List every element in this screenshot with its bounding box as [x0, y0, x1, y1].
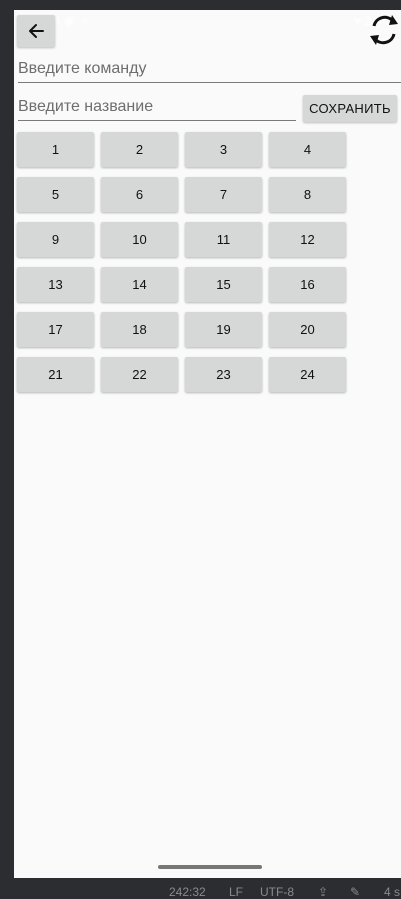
command-input[interactable] — [18, 58, 401, 83]
number-button-8[interactable]: 8 — [269, 177, 346, 212]
ide-status-bar: 242:32 LF UTF-8 ⇪ ✎ 4 s — [0, 878, 401, 899]
number-button-1[interactable]: 1 — [17, 132, 94, 167]
cursor-position[interactable]: 242:32 — [169, 885, 206, 899]
number-button-10[interactable]: 10 — [101, 222, 178, 257]
number-button-6[interactable]: 6 — [101, 177, 178, 212]
status-bar: 10:34 ◉ ▿ ♥ 2 — [14, 10, 401, 32]
number-button-23[interactable]: 23 — [185, 357, 262, 392]
number-button-15[interactable]: 15 — [185, 267, 262, 302]
number-button-21[interactable]: 21 — [17, 357, 94, 392]
file-encoding[interactable]: UTF-8 — [260, 885, 294, 899]
number-button-5[interactable]: 5 — [17, 177, 94, 212]
number-button-grid: 1 2 3 4 5 6 7 8 9 10 11 12 13 14 15 16 17 18 19 20 21 22 23 24 — [17, 132, 346, 392]
number-button-24[interactable]: 24 — [269, 357, 346, 392]
back-button[interactable] — [17, 15, 55, 47]
number-button-4[interactable]: 4 — [269, 132, 346, 167]
number-button-17[interactable]: 17 — [17, 312, 94, 347]
number-button-3[interactable]: 3 — [185, 132, 262, 167]
number-button-16[interactable]: 16 — [269, 267, 346, 302]
number-button-22[interactable]: 22 — [101, 357, 178, 392]
refresh-icon[interactable] — [366, 12, 401, 48]
save-button[interactable]: СОХРАНИТЬ — [303, 95, 397, 122]
line-ending[interactable]: LF — [229, 885, 243, 899]
window-top-strip — [0, 0, 401, 10]
brush-icon[interactable]: ✎ — [350, 885, 360, 899]
status-icons: ◉ ▿ — [64, 14, 90, 28]
arrow-left-icon — [29, 24, 44, 38]
number-button-20[interactable]: 20 — [269, 312, 346, 347]
home-indicator[interactable] — [158, 865, 262, 869]
number-button-9[interactable]: 9 — [17, 222, 94, 257]
window-left-strip — [0, 0, 14, 895]
number-button-7[interactable]: 7 — [185, 177, 262, 212]
indent-setting[interactable]: 4 s — [384, 885, 400, 899]
number-button-12[interactable]: 12 — [269, 222, 346, 257]
number-button-14[interactable]: 14 — [101, 267, 178, 302]
number-button-18[interactable]: 18 — [101, 312, 178, 347]
phone-screen: 10:34 ◉ ▿ ♥ 2 СОХРАНИТЬ 1234567891011121… — [14, 10, 401, 878]
number-button-11[interactable]: 11 — [185, 222, 262, 257]
git-icon[interactable]: ⇪ — [318, 885, 328, 899]
number-button-19[interactable]: 19 — [185, 312, 262, 347]
name-input[interactable] — [18, 96, 296, 121]
number-button-13[interactable]: 13 — [17, 267, 94, 302]
number-button-2[interactable]: 2 — [101, 132, 178, 167]
